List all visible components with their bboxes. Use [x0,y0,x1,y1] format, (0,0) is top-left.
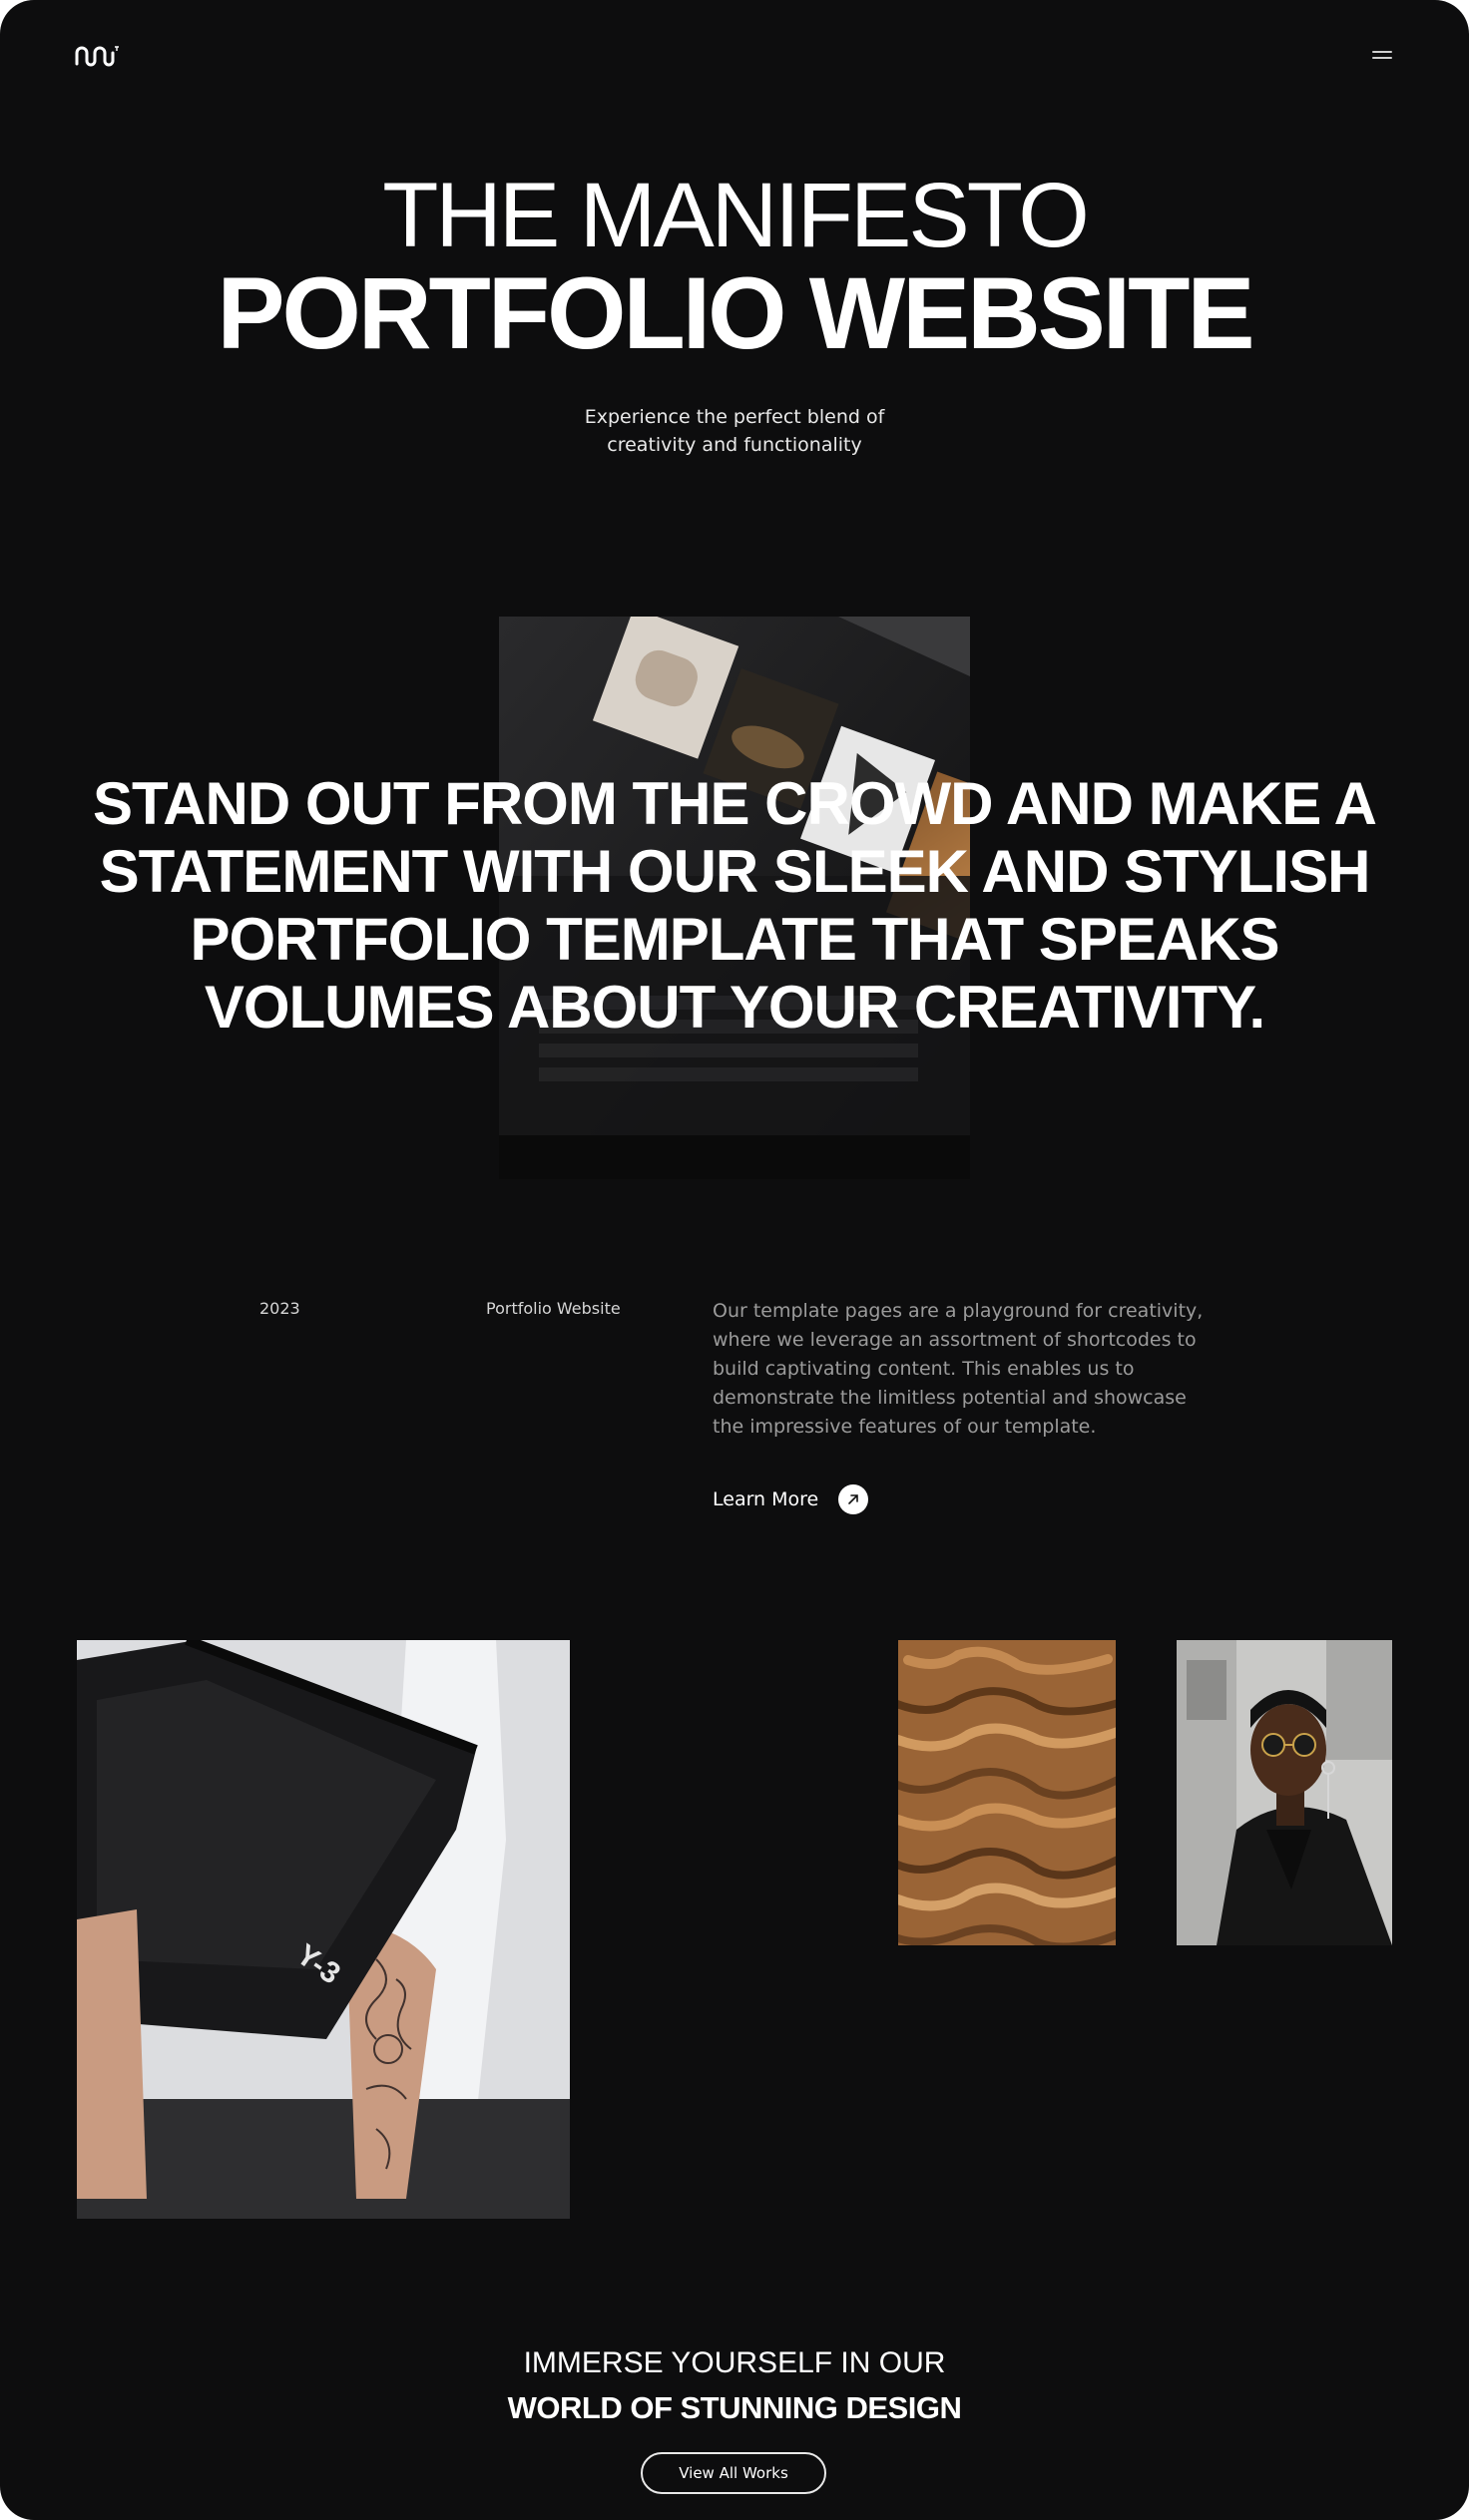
project-description: Our template pages are a playground for … [713,1300,1204,1438]
statement-text: STAND OUT FROM THE CROWD AND MAKE A STAT… [93,770,1377,1041]
hero-subtitle: Experience the perfect blend of creativi… [584,406,885,456]
arrow-up-right-icon [838,1484,869,1514]
project-type: Portfolio Website [486,1299,621,1318]
page: THE MANIFESTO PORTFOLIO WEBSITE Experien… [0,0,1469,2520]
gallery-photo-bag[interactable]: Y-3 [77,1640,570,2219]
gallery-photo-man[interactable] [1177,1640,1392,1945]
cta-heading-line2: WORLD OF STUNNING DESIGN [507,2390,962,2425]
learn-more-link[interactable]: Learn More [713,1484,869,1514]
gallery-photo-fur[interactable] [898,1640,1116,1945]
hero-title-line1: THE MANIFESTO [382,165,1090,266]
view-all-works-button[interactable]: View All Works [641,2452,826,2494]
menu-bar [1372,57,1392,59]
project-year: 2023 [259,1299,300,1318]
menu-bar [1372,51,1392,53]
hamburger-menu-icon[interactable] [1369,44,1395,66]
hero-title-line2: PORTFOLIO WEBSITE [217,256,1255,370]
brand-logo-icon[interactable] [74,42,120,72]
learn-more-label: Learn More [713,1488,819,1510]
cta-heading-line1: IMMERSE YOURSELF IN OUR [523,2346,946,2379]
